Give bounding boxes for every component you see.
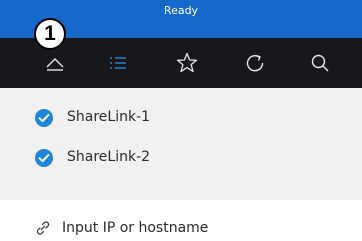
refresh-icon — [246, 54, 264, 72]
host-input[interactable] — [62, 215, 342, 241]
list-icon — [110, 57, 126, 69]
host-input-row — [0, 215, 362, 241]
check-icon[interactable] — [35, 149, 53, 167]
tab-refresh[interactable] — [240, 48, 270, 78]
search-icon — [311, 54, 329, 72]
check-icon[interactable] — [35, 109, 53, 127]
annotation-badge: 1 — [34, 18, 66, 50]
list-item-label: ShareLink-2 — [67, 149, 151, 165]
sharelink-list: ShareLink-1 ShareLink-2 — [0, 88, 362, 200]
link-icon — [34, 219, 52, 241]
tab-list[interactable] — [103, 48, 133, 78]
list-item-label: ShareLink-1 — [67, 109, 151, 125]
chevron-up-icon — [46, 58, 64, 71]
list-item[interactable]: ShareLink-1 — [0, 103, 362, 133]
tab-search[interactable] — [305, 48, 335, 78]
status-text: Ready — [163, 4, 199, 17]
tab-favorites[interactable] — [172, 48, 202, 78]
tab-collapse[interactable] — [40, 48, 70, 78]
star-icon — [176, 52, 198, 73]
list-item[interactable]: ShareLink-2 — [0, 143, 362, 173]
